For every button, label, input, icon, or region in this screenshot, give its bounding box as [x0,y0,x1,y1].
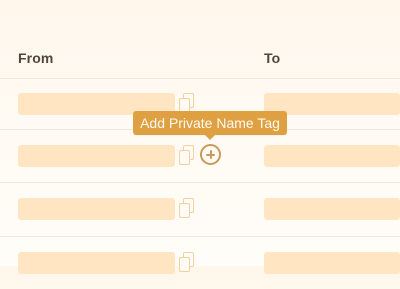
copy-icon[interactable] [178,252,196,274]
table-header: From To [0,0,400,78]
copy-icon[interactable] [178,198,196,220]
table-row [0,130,400,182]
table-row [0,183,400,235]
to-address-placeholder [264,198,400,220]
from-column-header: From [18,50,54,66]
to-column-header: To [264,50,281,66]
copy-icon[interactable] [178,145,196,167]
from-address-placeholder [18,145,175,167]
add-private-name-tag-button[interactable] [200,144,221,165]
add-private-name-tag-tooltip: Add Private Name Tag [133,111,287,140]
plus-circle-icon [209,150,212,159]
to-address-placeholder [264,145,400,167]
to-address-placeholder [264,252,400,274]
table-row [0,237,400,289]
from-address-placeholder [18,198,175,220]
from-address-placeholder [18,252,175,274]
